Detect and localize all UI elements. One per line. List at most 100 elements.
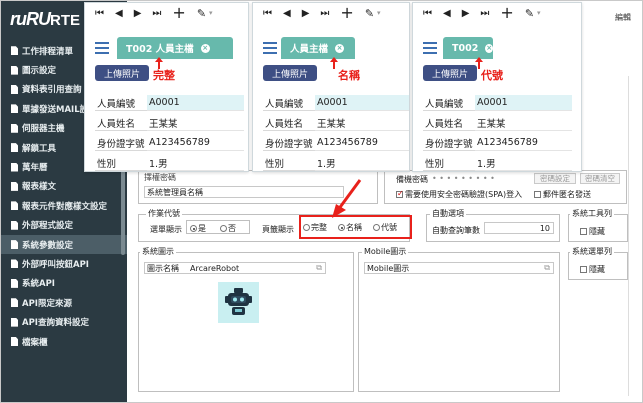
radio-no-label: 否: [228, 224, 236, 233]
menu-display-yes[interactable]: 是: [190, 223, 206, 234]
external-link-icon[interactable]: ⧉: [544, 263, 550, 273]
sidebar-item[interactable]: API查詢資料設定: [1, 312, 127, 331]
icon-name-field[interactable]: 圖示名稱 ArcareRobot ⧉: [144, 262, 326, 274]
last-page-icon[interactable]: ⏭: [320, 8, 329, 19]
add-icon[interactable]: +: [500, 5, 513, 21]
toolbar-hide-checkbox[interactable]: [580, 228, 587, 235]
record-field: 性別 1.男: [263, 155, 409, 171]
spa-checkbox[interactable]: ✓: [396, 189, 404, 198]
document-icon: [11, 298, 18, 308]
menu-display-no[interactable]: 否: [220, 223, 236, 234]
sidebar-item[interactable]: API限定來源: [1, 293, 127, 312]
sidebar-item-label: 圖示設定: [22, 66, 57, 77]
menu-icon[interactable]: [263, 42, 277, 57]
field-value[interactable]: A123456789: [475, 135, 572, 151]
dropdown-caret-icon[interactable]: ▾: [209, 9, 213, 17]
refresh-count-field[interactable]: 10: [484, 222, 554, 234]
field-value[interactable]: 1.男: [315, 155, 409, 171]
field-value[interactable]: 王某某: [315, 115, 409, 131]
sidebar-item[interactable]: 外部程式設定: [1, 216, 127, 235]
refresh-legend: 自動選項: [430, 208, 466, 219]
annotation-label: 名稱: [338, 69, 360, 82]
sidebar-item[interactable]: 檔案櫃: [1, 332, 127, 351]
field-value[interactable]: 王某某: [475, 115, 572, 131]
field-value[interactable]: A123456789: [147, 135, 244, 151]
admin-name-field[interactable]: 系統管理員名稱: [144, 186, 344, 198]
next-icon[interactable]: ▶: [302, 8, 310, 19]
close-icon[interactable]: ×: [485, 43, 493, 53]
sidebar-item[interactable]: 報表樣文: [1, 177, 127, 196]
mail-checkbox[interactable]: [534, 191, 541, 198]
external-link-icon[interactable]: ⧉: [316, 263, 322, 273]
first-page-icon[interactable]: ⏮: [263, 8, 272, 19]
mail-option[interactable]: 郵件匿名發送: [534, 189, 591, 200]
record-tab[interactable]: T002 ×: [443, 37, 493, 59]
password-label: 備機密碼: [396, 175, 428, 184]
field-value[interactable]: A0001: [315, 95, 409, 111]
clear-password-button[interactable]: 密碼清空: [580, 173, 620, 184]
next-icon[interactable]: ▶: [134, 8, 142, 19]
spa-option[interactable]: ✓ 需要使用安全密碼驗證(SPA)登入: [396, 189, 522, 200]
field-value[interactable]: A0001: [475, 95, 572, 111]
close-icon[interactable]: ×: [335, 43, 345, 53]
tab-display-label: 頁籤顯示: [262, 225, 294, 234]
sidebar-item[interactable]: 系統API: [1, 274, 127, 293]
menu-edit[interactable]: 編輯: [615, 12, 631, 23]
menubar-hide-checkbox[interactable]: [580, 266, 587, 273]
set-password-button[interactable]: 密碼設定: [534, 173, 576, 184]
document-icon: [11, 181, 18, 191]
add-icon[interactable]: +: [340, 5, 353, 21]
dropdown-caret-icon[interactable]: ▾: [537, 9, 541, 17]
menu-icon[interactable]: [423, 42, 437, 57]
edit-icon[interactable]: ✎: [525, 7, 534, 20]
sidebar-item[interactable]: 系統參數設定: [1, 234, 127, 255]
menu-icon[interactable]: [95, 42, 109, 57]
field-label: 人員編號: [263, 95, 315, 111]
close-icon[interactable]: ×: [200, 43, 210, 53]
mobile-icon-field[interactable]: Mobile圖示 ⧉: [364, 262, 554, 274]
upload-photo-button[interactable]: 上傳照片: [423, 65, 477, 81]
dropdown-caret-icon[interactable]: ▾: [377, 9, 381, 17]
upload-photo-button[interactable]: 上傳照片: [95, 65, 149, 81]
field-value[interactable]: 1.男: [475, 155, 572, 171]
record-tab[interactable]: T002 人員主檔 ×: [117, 37, 233, 59]
upload-photo-button[interactable]: 上傳照片: [263, 65, 317, 81]
icon-name-value: ArcareRobot: [190, 263, 240, 273]
last-page-icon[interactable]: ⏭: [480, 8, 489, 19]
record-toolbar: ⏮ ◀ ▶ ⏭ + ✎ ▾: [413, 3, 581, 23]
prev-icon[interactable]: ◀: [443, 8, 451, 19]
sidebar-item[interactable]: 外部呼叫按鈕API: [1, 254, 127, 273]
record-field: 性別 1.男: [423, 155, 572, 171]
field-value[interactable]: A123456789: [315, 135, 409, 151]
field-value[interactable]: 1.男: [147, 155, 244, 171]
first-page-icon[interactable]: ⏮: [423, 8, 432, 19]
prev-icon[interactable]: ◀: [115, 8, 123, 19]
sidebar-item-label: 系統API: [22, 279, 55, 290]
sidebar-item-label: 解鎖工具: [22, 143, 57, 154]
record-tab-label: T002 人員主檔: [126, 44, 194, 55]
document-icon: [11, 65, 18, 75]
sidebar-item-label: 工作排程清單: [22, 46, 74, 57]
prev-icon[interactable]: ◀: [283, 8, 291, 19]
add-icon[interactable]: +: [172, 5, 185, 21]
annotation-label: 完整: [153, 69, 175, 82]
sidebar-item-label: API查詢資料設定: [22, 318, 89, 329]
toolbar-hide-option[interactable]: 隱藏: [580, 226, 605, 237]
first-page-icon[interactable]: ⏮: [95, 8, 104, 19]
next-icon[interactable]: ▶: [462, 8, 470, 19]
field-value[interactable]: A0001: [147, 95, 244, 111]
last-page-icon[interactable]: ⏭: [152, 8, 161, 19]
record-tab[interactable]: 人員主檔 ×: [281, 37, 355, 59]
field-label: 人員編號: [95, 95, 147, 111]
field-label: 性別: [95, 155, 147, 171]
menubar-hide-option[interactable]: 隱藏: [580, 264, 605, 275]
edit-icon[interactable]: ✎: [365, 7, 374, 20]
field-value[interactable]: 王某某: [147, 115, 244, 131]
preview-panel: ⏮ ◀ ▶ ⏭ + ✎ ▾ T002 × 代號 上傳照片 人員編號 A0001 …: [412, 2, 582, 172]
radio-no[interactable]: [220, 225, 227, 232]
edit-icon[interactable]: ✎: [197, 7, 206, 20]
op-code-legend: 作業代號: [146, 208, 182, 219]
radio-yes[interactable]: [190, 225, 197, 232]
password-field[interactable]: • • • • • • • • •: [432, 174, 495, 183]
sidebar-item[interactable]: 報表元件對應樣文設定: [1, 196, 127, 215]
